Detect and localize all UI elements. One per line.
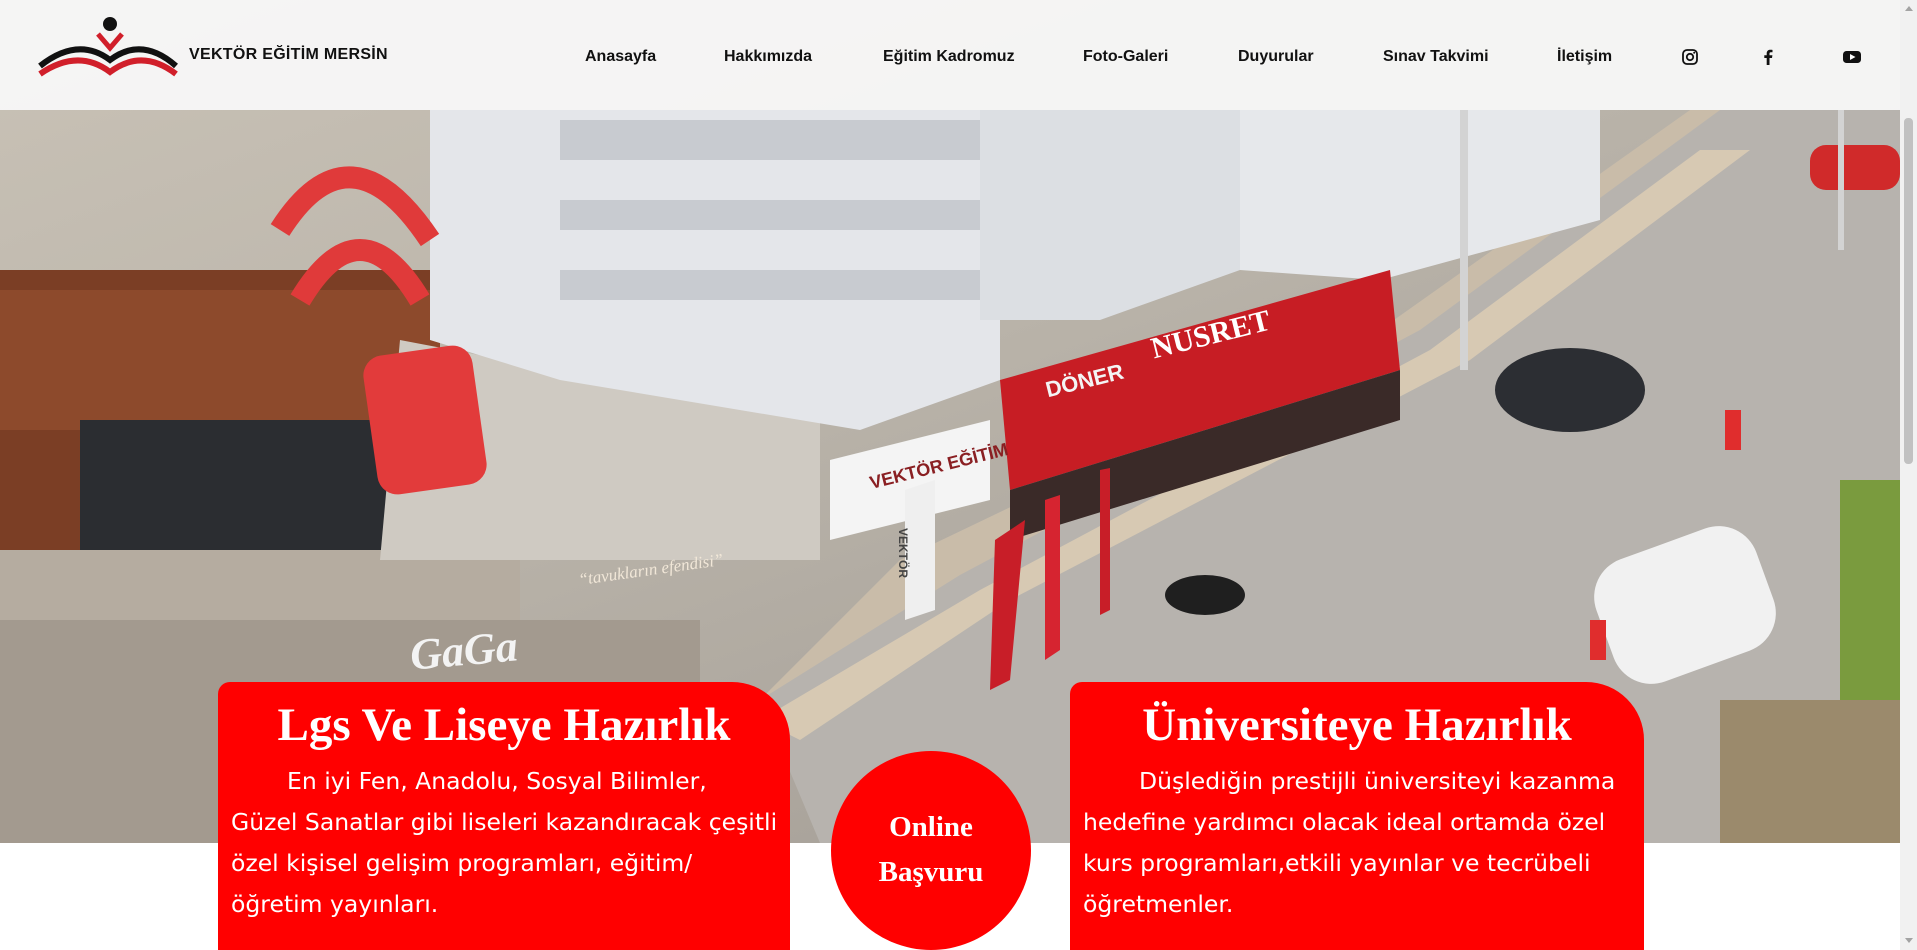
hero-sign-gaga: GaGa bbox=[408, 621, 520, 680]
card-universite-title: Üniversiteye Hazırlık bbox=[1142, 699, 1572, 751]
nav-egitim-kadromuz[interactable]: Eğitim Kadromuz bbox=[883, 48, 1015, 66]
instagram-icon[interactable] bbox=[1681, 48, 1699, 66]
nav-anasayfa[interactable]: Anasayfa bbox=[585, 48, 656, 66]
scrollbar-thumb[interactable] bbox=[1904, 118, 1913, 464]
card-lgs-lise-body: En iyi Fen, Anadolu, Sosyal Bilimler, Gü… bbox=[231, 767, 778, 918]
card-universite-body: Düşlediğin prestijli üniversiteyi kazanm… bbox=[1083, 767, 1616, 918]
nav-hakkimizda[interactable]: Hakkımızda bbox=[724, 48, 812, 66]
online-basvuru-button[interactable]: Online Başvuru bbox=[831, 751, 1031, 950]
vektor-logo[interactable] bbox=[38, 14, 178, 80]
nav-duyurular[interactable]: Duyurular bbox=[1238, 48, 1314, 66]
online-basvuru-line2: Başvuru bbox=[878, 856, 984, 888]
scroll-up-arrow-icon[interactable] bbox=[1905, 6, 1913, 11]
online-basvuru-line1: Online bbox=[889, 811, 973, 843]
nav-iletisim[interactable]: İletişim bbox=[1557, 48, 1612, 66]
youtube-icon[interactable] bbox=[1842, 48, 1862, 66]
scroll-down-arrow-icon[interactable] bbox=[1905, 938, 1913, 943]
hero-sign-pole: VEKTÖR bbox=[896, 527, 911, 579]
brand-name[interactable]: VEKTÖR EĞİTİM MERSİN bbox=[189, 46, 388, 64]
nav-foto-galeri[interactable]: Foto-Galeri bbox=[1083, 48, 1168, 66]
card-universite[interactable]: Üniversiteye Hazırlık Düşlediğin prestij… bbox=[1070, 682, 1644, 950]
card-lgs-lise[interactable]: Lgs Ve Liseye Hazırlık En iyi Fen, Anado… bbox=[218, 682, 790, 950]
facebook-icon[interactable] bbox=[1759, 48, 1777, 66]
site-header: VEKTÖR EĞİTİM MERSİN Anasayfa Hakkımızda… bbox=[0, 0, 1900, 110]
nav-sinav-takvimi[interactable]: Sınav Takvimi bbox=[1383, 48, 1489, 66]
page-scrollbar[interactable] bbox=[1900, 0, 1917, 950]
card-lgs-lise-title: Lgs Ve Liseye Hazırlık bbox=[277, 699, 731, 751]
